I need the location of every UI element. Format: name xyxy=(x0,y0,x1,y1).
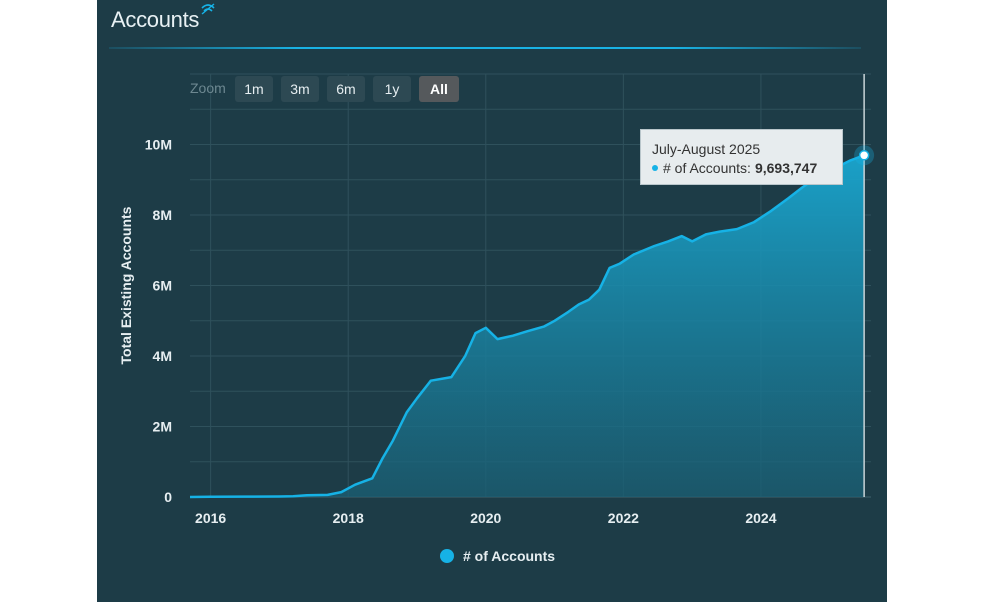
y-tick-label: 10M xyxy=(145,137,172,153)
tooltip-series-dot xyxy=(652,165,658,171)
x-tick-label: 2024 xyxy=(745,510,776,526)
legend-item-accounts[interactable]: # of Accounts xyxy=(440,547,555,565)
legend-label: # of Accounts xyxy=(463,548,556,564)
series-area-accounts xyxy=(190,155,865,498)
zoom-button-1y[interactable]: 1y xyxy=(373,76,411,102)
zoom-button-all[interactable]: All xyxy=(419,76,459,102)
x-tick-label: 2016 xyxy=(195,510,226,526)
chart-tooltip: July-August 2025 # of Accounts: 9,693,74… xyxy=(640,129,843,185)
tooltip-series-label: # of Accounts: xyxy=(663,160,751,176)
zoom-button-6m[interactable]: 6m xyxy=(327,76,365,102)
highlight-point xyxy=(858,150,870,161)
y-tick-label: 0 xyxy=(164,489,172,505)
x-tick-label: 2022 xyxy=(608,510,639,526)
tooltip-header: July-August 2025 xyxy=(652,141,761,157)
x-tick-label: 2018 xyxy=(333,510,364,526)
y-tick-label: 8M xyxy=(153,207,172,223)
accounts-panel: Accounts 0 2M 4M 6M 8M 10M 2016 2018 2020 2022 202… xyxy=(97,0,887,602)
y-axis-title: Total Existing Accounts xyxy=(118,206,134,364)
y-tick-label: 6M xyxy=(153,278,172,294)
y-tick-label: 2M xyxy=(153,419,172,435)
y-tick-label: 4M xyxy=(153,348,172,364)
zoom-button-3m[interactable]: 3m xyxy=(281,76,319,102)
tooltip-row: # of Accounts: 9,693,747 xyxy=(652,160,842,176)
zoom-button-1m[interactable]: 1m xyxy=(235,76,273,102)
legend-marker xyxy=(440,549,454,563)
zoom-label: Zoom xyxy=(190,80,226,96)
tooltip-value: 9,693,747 xyxy=(754,160,818,176)
x-tick-label: 2020 xyxy=(470,510,501,526)
